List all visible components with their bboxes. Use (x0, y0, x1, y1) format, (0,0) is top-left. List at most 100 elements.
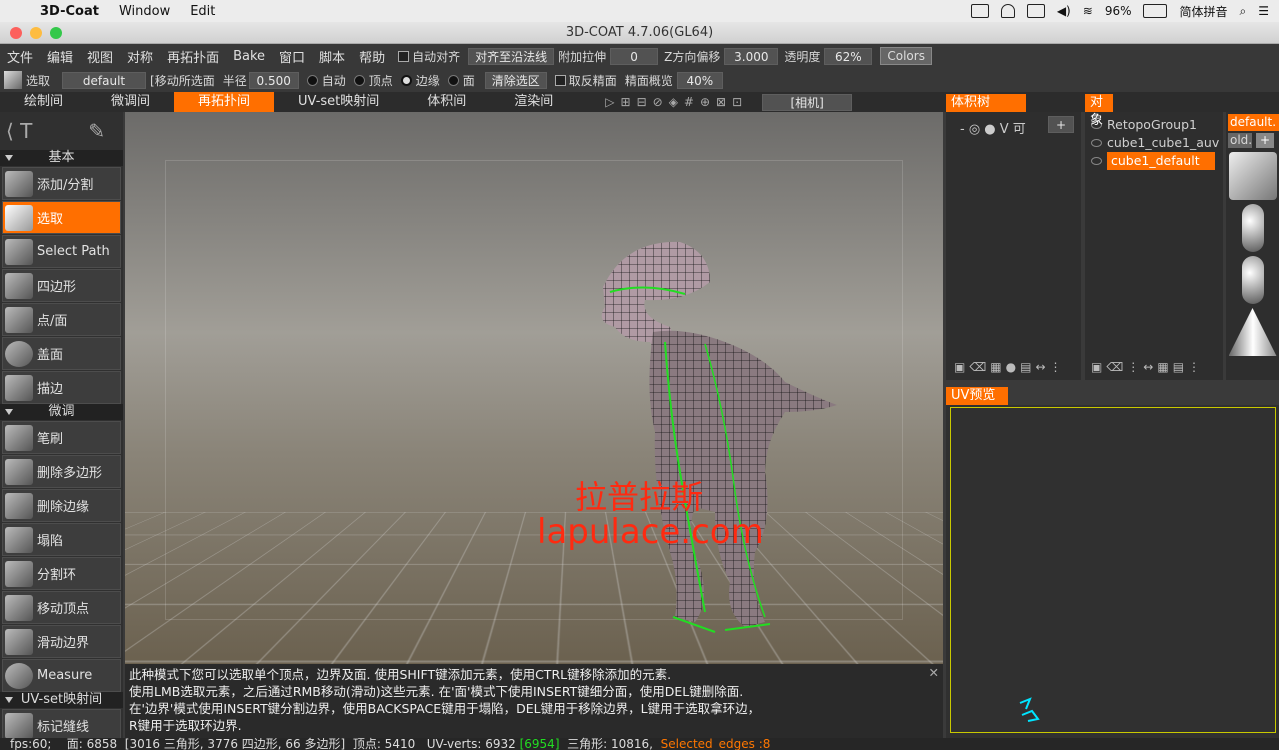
preset-select[interactable]: default (62, 71, 147, 89)
tool-slide-edges[interactable]: 滑动边界 (2, 625, 121, 658)
menu-scripts[interactable]: 脚本 (312, 47, 352, 66)
volume-tree-title[interactable]: 体积树 (946, 94, 1026, 112)
auto-radio[interactable] (306, 74, 318, 86)
dinosaur-model[interactable] (125, 112, 943, 664)
section-basic[interactable]: 基本 (0, 150, 123, 166)
primitive-cylinder-icon[interactable] (1241, 256, 1264, 304)
tool-select[interactable]: 选取 (2, 201, 121, 234)
split-rings-icon (5, 560, 33, 587)
visibility-icons[interactable]: - ◎ ● (960, 122, 1000, 137)
add-material-icon[interactable]: + (1256, 133, 1274, 148)
objects-title[interactable]: 对象 (1085, 94, 1113, 128)
object-item[interactable]: cube1_cube1_auv (1085, 134, 1223, 152)
tool-brush[interactable]: 笔刷 (2, 421, 121, 454)
tab-retopo[interactable]: 再拓扑间 (174, 92, 275, 112)
tool-split-rings[interactable]: 分割环 (2, 557, 121, 590)
3d-viewport[interactable]: 拉普拉斯 lapulace.com (125, 112, 943, 664)
section-tweak[interactable]: 微调 (0, 404, 123, 420)
search-icon[interactable]: ⌕ (1240, 4, 1247, 19)
tool-strokes[interactable]: 描边 (2, 371, 121, 404)
eye-icon[interactable] (1091, 157, 1102, 165)
qq-icon[interactable] (1000, 4, 1015, 18)
section-uv[interactable]: UV-set映射间 (0, 692, 123, 708)
menu-retopo[interactable]: 再拓扑面 (160, 47, 226, 66)
face-radio[interactable] (447, 74, 459, 86)
list-icon[interactable]: ☰ (1258, 4, 1269, 18)
vertex-radio[interactable] (353, 74, 365, 86)
object-item-active[interactable]: cube1_default (1085, 152, 1223, 170)
close-help-icon[interactable]: ✕ (929, 664, 939, 681)
battery-icon[interactable] (1143, 4, 1168, 18)
objects-toolbar-icons[interactable]: ▣⌫⋮↔▦▤⋮ (1091, 360, 1204, 374)
uv-preview-panel[interactable] (946, 405, 1279, 738)
app-root: 3D-Coat Window Edit ◀) ≋ 96% 简体拼音 ⌕ ☰ 3D… (0, 0, 1279, 750)
object-item[interactable]: RetopoGroup1 (1085, 116, 1223, 134)
auto-snap-checkbox[interactable] (398, 50, 410, 62)
window-titlebar: 3D-COAT 4.7.06(GL64) (0, 22, 1279, 44)
menu-view[interactable]: 视图 (80, 47, 120, 66)
opacity-field[interactable]: 62% (824, 47, 873, 65)
tool-quads[interactable]: 四边形 (2, 269, 121, 302)
material-active[interactable]: default. (1228, 114, 1279, 131)
primitive-cone-icon[interactable] (1228, 308, 1277, 356)
auto-label: 自动 (321, 73, 346, 88)
menu-symmetry[interactable]: 对称 (120, 47, 160, 66)
minimize-window-button[interactable] (30, 27, 42, 39)
tool-measure[interactable]: Measure (2, 659, 121, 692)
tool-delete-edges[interactable]: 删除边缘 (2, 489, 121, 522)
menu-bake[interactable]: Bake (226, 49, 272, 64)
tool-select-path[interactable]: Select Path (2, 235, 121, 268)
tab-tweak[interactable]: 微调间 (87, 92, 174, 112)
menu-file[interactable]: 文件 (0, 47, 40, 66)
tool-cap[interactable]: 盖面 (2, 337, 121, 370)
uv-preview-title[interactable]: UV预览 (946, 387, 1008, 405)
close-window-button[interactable] (10, 27, 22, 39)
menu-edit[interactable]: 编辑 (40, 47, 80, 66)
input-method[interactable]: 简体拼音 (1179, 3, 1227, 20)
viewport-icons[interactable]: ▷⊞⊟⊘◈#⊕⊠⊡ (605, 95, 748, 109)
add-volume-button[interactable]: + (1048, 116, 1074, 133)
invert-faces-toggle[interactable]: 取反精面 (554, 72, 617, 89)
keyboard-icon[interactable] (1026, 4, 1045, 18)
mac-menu-edit[interactable]: Edit (190, 4, 215, 19)
face-transparency-field[interactable]: 40% (676, 71, 723, 89)
radius-field[interactable]: 0.500 (248, 71, 299, 89)
display-icon[interactable] (970, 4, 989, 18)
palette-top-icons[interactable]: ⟨ T ✎ (0, 112, 123, 150)
menu-help[interactable]: 帮助 (352, 47, 392, 66)
tab-sculpt[interactable]: 体积间 (403, 92, 490, 112)
tool-points-faces[interactable]: 点/面 (2, 303, 121, 336)
tab-uv[interactable]: UV-set映射间 (274, 92, 403, 112)
tool-add-split[interactable]: 添加/分割 (2, 167, 121, 200)
mac-app-name[interactable]: 3D-Coat (40, 4, 99, 19)
menu-windows[interactable]: 窗口 (272, 47, 312, 66)
colors-button[interactable]: Colors (880, 47, 932, 65)
snap-mode-select[interactable]: 对齐至沿法线 (468, 47, 555, 65)
tool-delete-polygons[interactable]: 删除多边形 (2, 455, 121, 488)
edge-radio[interactable] (400, 74, 412, 86)
eye-icon[interactable] (1091, 139, 1102, 147)
tool-move-vertex[interactable]: 移动顶点 (2, 591, 121, 624)
volume-tree-toolbar-icons[interactable]: ▣⌫▦●▤↔⋮ (954, 360, 1066, 374)
auto-snap-toggle[interactable]: 自动对齐 (398, 48, 460, 65)
extra-extrude-field[interactable]: 0 (610, 47, 659, 65)
primitive-box-icon[interactable] (1228, 152, 1277, 200)
invert-faces-checkbox[interactable] (554, 74, 566, 86)
tab-render[interactable]: 渲染间 (490, 92, 577, 112)
tool-collapse[interactable]: 塌陷 (2, 523, 121, 556)
z-offset-field[interactable]: 3.000 (724, 47, 779, 65)
clear-selection-button[interactable]: 清除选区 (484, 71, 547, 89)
tool-label: 删除边缘 (37, 500, 90, 515)
tab-paint[interactable]: 绘制间 (0, 92, 87, 112)
material-next[interactable]: old. (1228, 133, 1252, 148)
camera-select[interactable]: [相机] (762, 93, 853, 111)
tool-label: 盖面 (37, 348, 64, 363)
tool-label: 选取 (37, 212, 64, 227)
volume-icon[interactable]: ◀) (1057, 4, 1071, 18)
mac-menu-window[interactable]: Window (119, 4, 170, 19)
select-mode-dropdown[interactable]: [移动所选面 (150, 72, 215, 89)
current-tool-label: 选取 (26, 73, 51, 88)
primitive-capsule-icon[interactable] (1241, 204, 1264, 252)
zoom-window-button[interactable] (50, 27, 62, 39)
wifi-icon[interactable]: ≋ (1083, 4, 1093, 18)
